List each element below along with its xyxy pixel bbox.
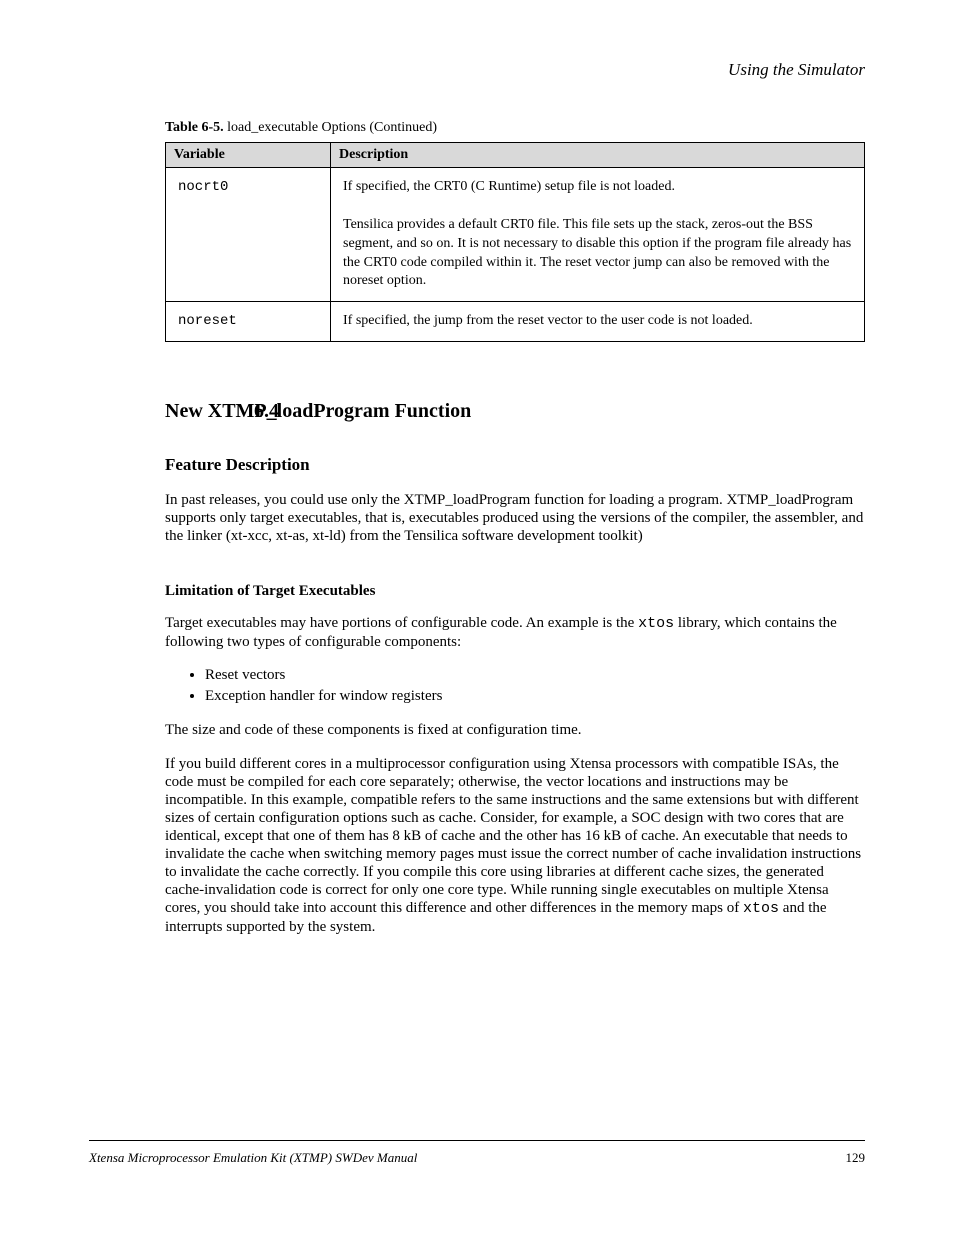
main-content: Table 6-5. load_executable Options (Cont… [165, 120, 865, 952]
list-item: Reset vectors [205, 667, 865, 684]
footer-doc-title: Xtensa Microprocessor Emulation Kit (XTM… [89, 1150, 417, 1166]
h3-limitation: Limitation of Target Executables [165, 583, 865, 600]
p-intro: In past releases, you could use only the… [165, 491, 865, 545]
mono-xtos: xtos [743, 900, 779, 917]
text: Target executables may have portions of … [165, 615, 638, 631]
table-row: nocrt0 If specified, the CRT0 (C Runtime… [166, 168, 865, 302]
p-limitation-intro: Target executables may have portions of … [165, 614, 865, 651]
page-number: 129 [846, 1150, 866, 1166]
page: Using the Simulator Table 6-5. load_exec… [0, 0, 954, 1235]
table-caption-text: load_executable Options (Continued) [227, 120, 437, 135]
options-table: Variable Description nocrt0 If specified… [165, 142, 865, 342]
cell-variable: nocrt0 [166, 168, 331, 302]
running-header: Using the Simulator [728, 60, 865, 80]
footer-rule [89, 1140, 865, 1141]
mono-xtos: xtos [638, 615, 674, 632]
h2-feature-desc: Feature Description [165, 455, 865, 475]
list-item: Exception handler for window registers [205, 688, 865, 705]
component-list: Reset vectors Exception handler for wind… [205, 667, 865, 705]
table-header-row: Variable Description [166, 143, 865, 168]
table-caption: Table 6-5. load_executable Options (Cont… [165, 120, 865, 136]
desc-line: If specified, the CRT0 (C Runtime) setup… [343, 179, 675, 194]
col-variable: Variable [166, 143, 331, 168]
table-row: noreset If specified, the jump from the … [166, 302, 865, 342]
cell-description: If specified, the jump from the reset ve… [331, 302, 865, 342]
p-fixed: The size and code of these components is… [165, 721, 865, 739]
col-description: Description [331, 143, 865, 168]
p-long: If you build different cores in a multip… [165, 755, 865, 936]
cell-variable: noreset [166, 302, 331, 342]
desc-line: Tensilica provides a default CRT0 file. … [343, 217, 851, 289]
section-number: 6.4 [254, 400, 279, 423]
text: If you build different cores in a multip… [165, 756, 861, 916]
cell-description: If specified, the CRT0 (C Runtime) setup… [331, 168, 865, 302]
table-caption-number: Table 6-5. [165, 120, 224, 135]
